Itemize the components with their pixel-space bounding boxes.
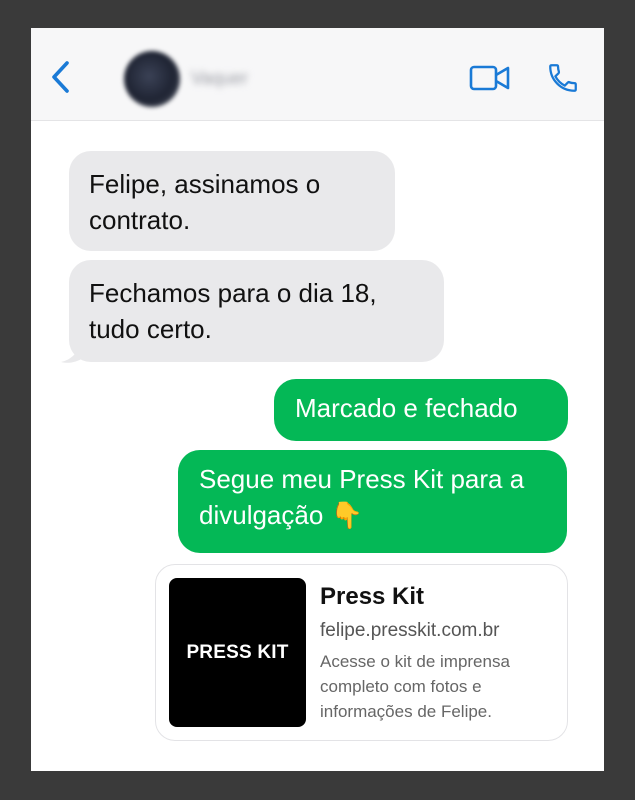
chat-header: Vaquer [31, 28, 604, 121]
bubble-tail [61, 342, 83, 363]
video-camera-icon [469, 65, 510, 91]
chevron-left-icon [52, 61, 69, 93]
voice-call-button[interactable] [546, 61, 580, 95]
phone-icon [549, 64, 577, 92]
link-preview-title: Press Kit [320, 583, 425, 610]
link-preview-card[interactable]: PRESS KIT Press Kit felipe.presskit.com.… [155, 564, 568, 741]
video-call-button[interactable] [469, 64, 511, 92]
contact-avatar[interactable] [124, 51, 180, 107]
back-button[interactable] [49, 60, 73, 94]
incoming-message[interactable]: Felipe, assinamos o contrato. [69, 151, 395, 251]
contact-name[interactable]: Vaquer [191, 66, 248, 90]
link-preview-description: Acesse o kit de imprensa completo com fo… [320, 652, 510, 721]
incoming-message[interactable]: Fechamos para o dia 18, tudo certo. [69, 260, 444, 362]
outgoing-message[interactable]: Marcado e fechado [274, 379, 568, 441]
outgoing-message[interactable]: Segue meu Press Kit para a divulgação 👇 [178, 450, 567, 553]
link-preview-thumbnail: PRESS KIT [169, 578, 306, 727]
link-preview-url: felipe.presskit.com.br [320, 620, 500, 641]
chat-screen: Vaquer Felipe, assinamos o contrato. Fec… [31, 28, 604, 771]
